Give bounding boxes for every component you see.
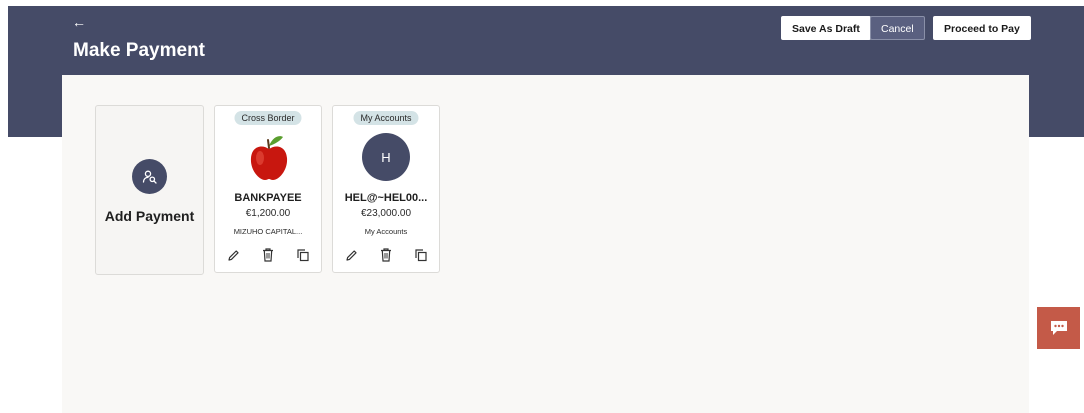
chat-icon bbox=[1050, 321, 1067, 335]
payee-type-badge: My Accounts bbox=[353, 111, 419, 125]
payee-amount: €1,200.00 bbox=[245, 208, 291, 219]
payee-card-hel[interactable]: My Accounts H HEL@~HEL00... €23,000.00 M… bbox=[332, 105, 440, 273]
payee-bank: My Accounts bbox=[364, 227, 408, 236]
copy-icon[interactable] bbox=[296, 247, 310, 263]
edit-icon[interactable] bbox=[226, 247, 240, 263]
card-actions bbox=[215, 247, 321, 263]
payee-bank: MIZUHO CAPITAL... bbox=[233, 227, 303, 236]
back-arrow-icon[interactable]: ← bbox=[72, 15, 86, 29]
save-as-draft-button[interactable]: Save As Draft bbox=[781, 16, 871, 40]
proceed-to-pay-button[interactable]: Proceed to Pay bbox=[933, 16, 1031, 40]
user-search-icon bbox=[132, 159, 167, 194]
copy-icon[interactable] bbox=[414, 247, 428, 263]
page-title: Make Payment bbox=[73, 40, 206, 61]
payee-name: BANKPAYEE bbox=[234, 192, 302, 204]
avatar: H bbox=[362, 133, 410, 181]
payment-panel bbox=[62, 75, 1029, 413]
cancel-button[interactable]: Cancel bbox=[870, 16, 925, 40]
delete-icon[interactable] bbox=[261, 247, 275, 263]
add-payment-card[interactable]: Add Payment bbox=[95, 105, 204, 275]
chat-button[interactable] bbox=[1037, 307, 1080, 349]
delete-icon[interactable] bbox=[379, 247, 393, 263]
edit-icon[interactable] bbox=[344, 247, 358, 263]
payee-type-badge: Cross Border bbox=[234, 111, 302, 125]
apple-image bbox=[250, 136, 288, 180]
add-payment-label: Add Payment bbox=[104, 208, 195, 224]
card-actions bbox=[333, 247, 439, 263]
payee-card-bankpayee[interactable]: Cross Border BANKPAYEE €1,200.00 MIZUHO … bbox=[214, 105, 322, 273]
payee-amount: €23,000.00 bbox=[360, 208, 412, 219]
payee-name: HEL@~HEL00... bbox=[344, 192, 428, 204]
